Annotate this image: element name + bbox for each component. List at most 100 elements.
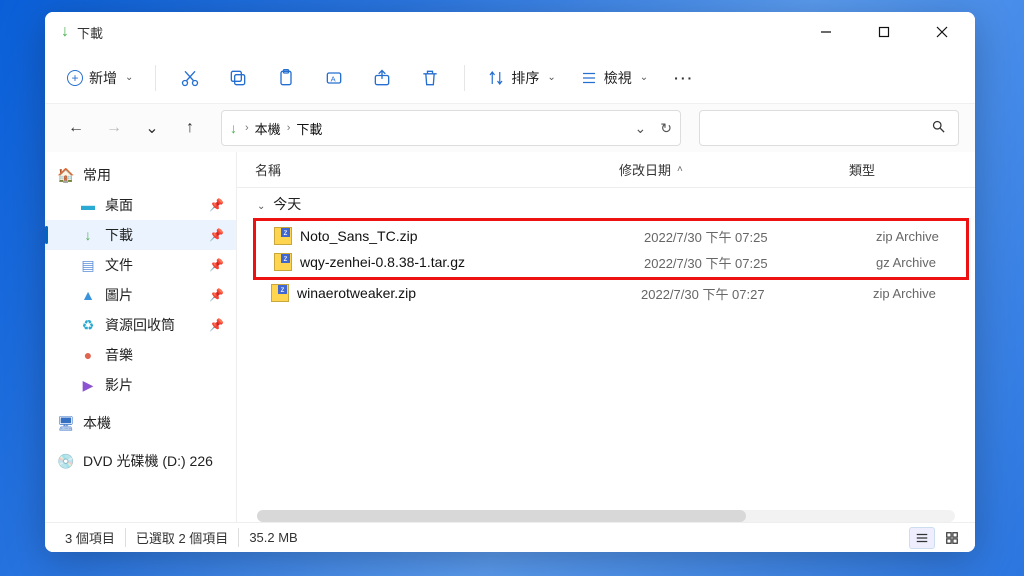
- refresh-button[interactable]: ↻: [660, 120, 672, 137]
- divider: [464, 65, 465, 91]
- sidebar-item-desktop[interactable]: ▬ 桌面 📌: [45, 190, 236, 220]
- chevron-right-icon: ›: [243, 122, 251, 134]
- sidebar-item-dvd[interactable]: 💿 DVD 光碟機 (D:) 226: [45, 446, 236, 476]
- sidebar-label: 下載: [105, 225, 133, 245]
- content-area: 名稱 修改日期 ˄ 類型 ⌄ 今天 Noto_Sans_TC.zip 2022/…: [237, 152, 975, 522]
- status-bar: 3 個項目 已選取 2 個項目 35.2 MB: [45, 522, 975, 552]
- toolbar: + 新增 ⌄ A 排序 ⌄ 檢視 ⌄ ···: [45, 52, 975, 104]
- download-icon: ↓: [79, 227, 97, 243]
- chevron-down-icon: ⌄: [547, 72, 555, 83]
- close-button[interactable]: [913, 14, 971, 50]
- sidebar-label: 資源回收筒: [105, 315, 175, 335]
- breadcrumb-item[interactable]: 本機: [251, 119, 285, 138]
- documents-icon: ▤: [79, 257, 97, 274]
- pin-icon: 📌: [209, 228, 224, 242]
- home-icon: 🏠: [57, 167, 75, 184]
- chevron-down-icon: ⌄: [640, 72, 648, 83]
- archive-icon: [271, 284, 289, 302]
- breadcrumb-item[interactable]: 下載: [292, 119, 326, 138]
- file-name: winaerotweaker.zip: [297, 285, 641, 301]
- sidebar-item-thispc[interactable]: 🖥 本機: [45, 408, 236, 438]
- download-icon: ↓: [61, 23, 69, 41]
- status-selection: 已選取 2 個項目: [126, 528, 239, 547]
- column-name[interactable]: 名稱: [255, 160, 619, 179]
- forward-button[interactable]: →: [99, 113, 129, 143]
- pin-icon: 📌: [209, 288, 224, 302]
- file-name: Noto_Sans_TC.zip: [300, 228, 644, 244]
- download-icon: ↓: [230, 120, 237, 136]
- status-item-count: 3 個項目: [55, 528, 126, 547]
- sidebar-item-recycle[interactable]: ♻ 資源回收筒 📌: [45, 310, 236, 340]
- more-button[interactable]: ···: [662, 64, 706, 92]
- sidebar-item-quickaccess[interactable]: 🏠 常用: [45, 160, 236, 190]
- file-explorer-window: ↓ 下載 + 新增 ⌄ A 排序 ⌄ 檢視 ⌄ ···: [45, 12, 975, 552]
- new-button[interactable]: + 新增 ⌄: [57, 62, 143, 94]
- search-icon: [931, 119, 946, 137]
- view-label: 檢視: [604, 68, 632, 88]
- status-size: 35.2 MB: [239, 530, 307, 545]
- sort-label: 排序: [511, 68, 539, 88]
- window-title: 下載: [77, 23, 103, 42]
- details-view-button[interactable]: [909, 527, 935, 549]
- sidebar-label: 圖片: [105, 285, 133, 305]
- file-date: 2022/7/30 下午 07:25: [644, 253, 876, 272]
- sidebar-item-documents[interactable]: ▤ 文件 📌: [45, 250, 236, 280]
- archive-icon: [274, 227, 292, 245]
- main-body: 🏠 常用 ▬ 桌面 📌 ↓ 下載 📌 ▤ 文件 📌 ▲ 圖片 📌: [45, 152, 975, 522]
- video-icon: ▶: [79, 377, 97, 394]
- pin-icon: 📌: [209, 318, 224, 332]
- archive-icon: [274, 253, 292, 271]
- column-type[interactable]: 類型: [849, 160, 875, 179]
- plus-icon: +: [67, 70, 83, 86]
- sidebar-label: 音樂: [105, 345, 133, 365]
- sidebar-label: 桌面: [105, 195, 133, 215]
- sidebar-item-pictures[interactable]: ▲ 圖片 📌: [45, 280, 236, 310]
- sidebar-label: 影片: [105, 375, 133, 395]
- file-date: 2022/7/30 下午 07:25: [644, 227, 876, 246]
- horizontal-scrollbar[interactable]: [257, 510, 955, 522]
- sidebar: 🏠 常用 ▬ 桌面 📌 ↓ 下載 📌 ▤ 文件 📌 ▲ 圖片 📌: [45, 152, 237, 522]
- title-bar: ↓ 下載: [45, 12, 975, 52]
- file-row[interactable]: wqy-zenhei-0.8.38-1.tar.gz 2022/7/30 下午 …: [258, 249, 964, 275]
- delete-button[interactable]: [408, 60, 452, 96]
- chevron-down-icon[interactable]: ⌄: [635, 120, 647, 137]
- sort-caret-icon: ˄: [677, 164, 683, 175]
- sidebar-item-downloads[interactable]: ↓ 下載 📌: [45, 220, 236, 250]
- address-bar[interactable]: ↓ › 本機 › 下載 ⌄ ↻: [221, 110, 681, 146]
- file-name: wqy-zenhei-0.8.38-1.tar.gz: [300, 254, 644, 270]
- icons-view-button[interactable]: [939, 527, 965, 549]
- sidebar-item-music[interactable]: ● 音樂: [45, 340, 236, 370]
- sidebar-item-videos[interactable]: ▶ 影片: [45, 370, 236, 400]
- pin-icon: 📌: [209, 198, 224, 212]
- share-button[interactable]: [360, 60, 404, 96]
- file-row[interactable]: Noto_Sans_TC.zip 2022/7/30 下午 07:25 zip …: [258, 223, 964, 249]
- up-button[interactable]: ↑: [175, 113, 205, 143]
- chevron-down-icon: ⌄: [125, 72, 133, 83]
- column-headers: 名稱 修改日期 ˄ 類型: [237, 152, 975, 188]
- rename-button[interactable]: A: [312, 60, 356, 96]
- paste-button[interactable]: [264, 60, 308, 96]
- view-button[interactable]: 檢視 ⌄: [570, 62, 658, 94]
- recent-button[interactable]: ⌄: [137, 113, 167, 143]
- desktop-icon: ▬: [79, 197, 97, 213]
- cut-button[interactable]: [168, 60, 212, 96]
- back-button[interactable]: ←: [61, 113, 91, 143]
- window-controls: [797, 14, 971, 50]
- svg-text:A: A: [331, 74, 336, 83]
- music-icon: ●: [79, 347, 97, 363]
- file-group[interactable]: ⌄ 今天: [237, 188, 975, 214]
- chevron-down-icon: ⌄: [257, 201, 265, 212]
- divider: [155, 65, 156, 91]
- minimize-button[interactable]: [797, 14, 855, 50]
- sidebar-label: 本機: [83, 413, 111, 433]
- copy-button[interactable]: [216, 60, 260, 96]
- group-label: 今天: [273, 196, 301, 212]
- file-row[interactable]: winaerotweaker.zip 2022/7/30 下午 07:27 zi…: [255, 280, 975, 306]
- maximize-button[interactable]: [855, 14, 913, 50]
- sort-button[interactable]: 排序 ⌄: [477, 62, 565, 94]
- column-date[interactable]: 修改日期 ˄: [619, 160, 849, 179]
- chevron-right-icon: ›: [285, 122, 293, 134]
- search-input[interactable]: [699, 110, 959, 146]
- scrollbar-thumb[interactable]: [257, 510, 746, 522]
- sidebar-label: 常用: [83, 165, 111, 185]
